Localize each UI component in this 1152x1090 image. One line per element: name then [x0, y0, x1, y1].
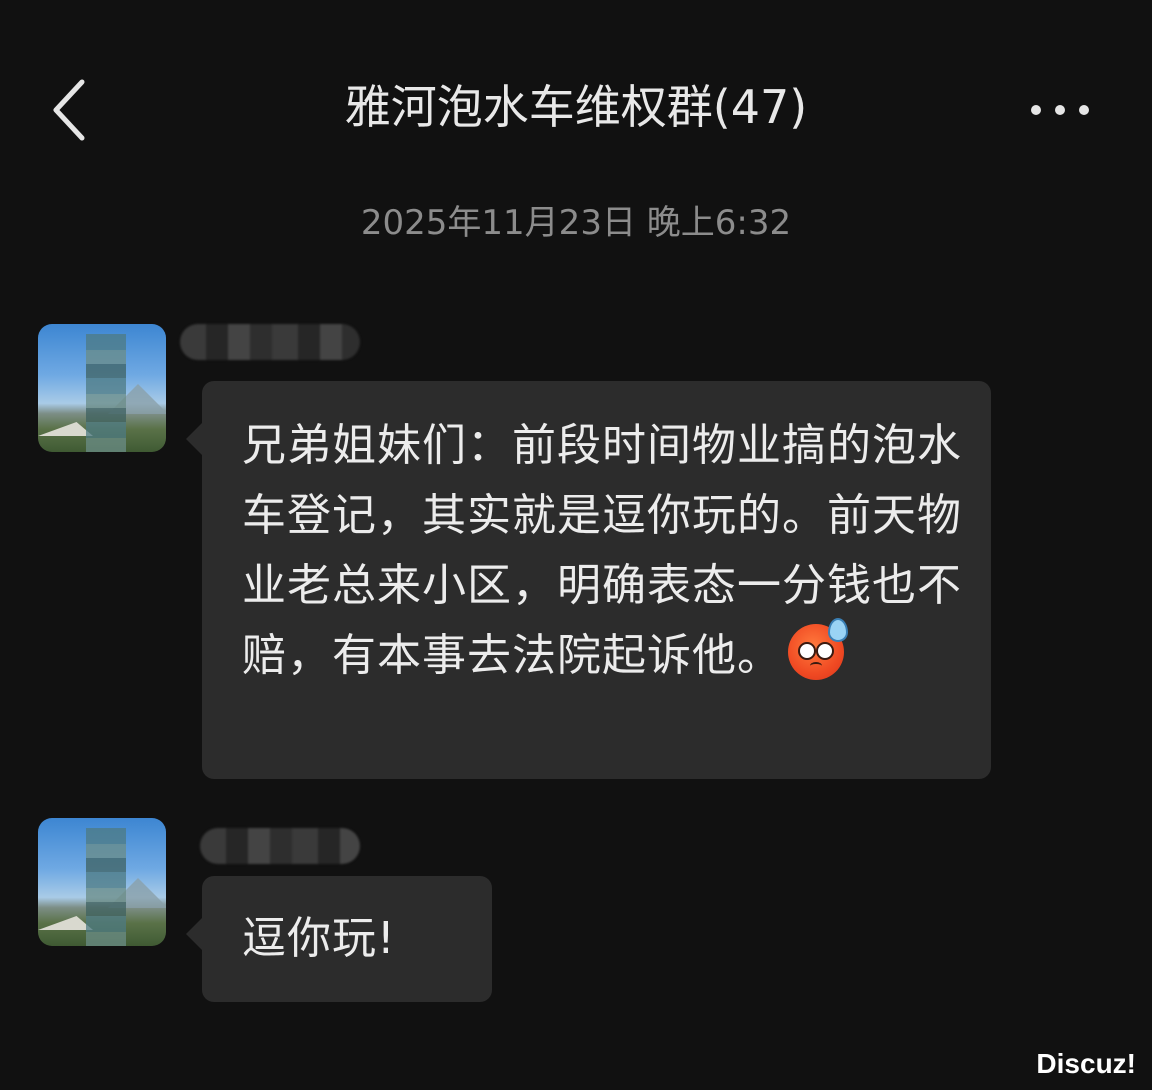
- more-options-button[interactable]: [1020, 90, 1100, 130]
- back-button[interactable]: [40, 70, 110, 150]
- sender-name-blurred: [180, 324, 360, 360]
- message-bubble[interactable]: 兄弟姐妹们：前段时间物业搞的泡水车登记，其实就是逗你玩的。前天物业老总来小区，明…: [186, 381, 991, 779]
- anxious-sweat-face-icon: [788, 618, 848, 680]
- sender-name-blurred: [200, 828, 360, 864]
- message-text-wrapper: 兄弟姐妹们：前段时间物业搞的泡水车登记，其实就是逗你玩的。前天物业老总来小区，明…: [242, 411, 962, 691]
- message-text: 兄弟姐妹们：前段时间物业搞的泡水车登记，其实就是逗你玩的。前天物业老总来小区，明…: [242, 420, 962, 681]
- more-dots-icon: [1031, 105, 1089, 115]
- chat-title: 雅河泡水车维权群(47): [344, 80, 808, 134]
- message-bubble[interactable]: 逗你玩!: [186, 876, 492, 1002]
- message-text: 逗你玩!: [242, 913, 396, 964]
- message-timestamp: 2025年11月23日 晚上6:32: [360, 203, 792, 243]
- chat-header: 雅河泡水车维权群(47): [0, 0, 1152, 200]
- sender-avatar[interactable]: [38, 818, 166, 946]
- watermark: Discuz!: [1036, 1048, 1136, 1079]
- sender-avatar[interactable]: [38, 324, 166, 452]
- chevron-left-icon: [53, 79, 85, 141]
